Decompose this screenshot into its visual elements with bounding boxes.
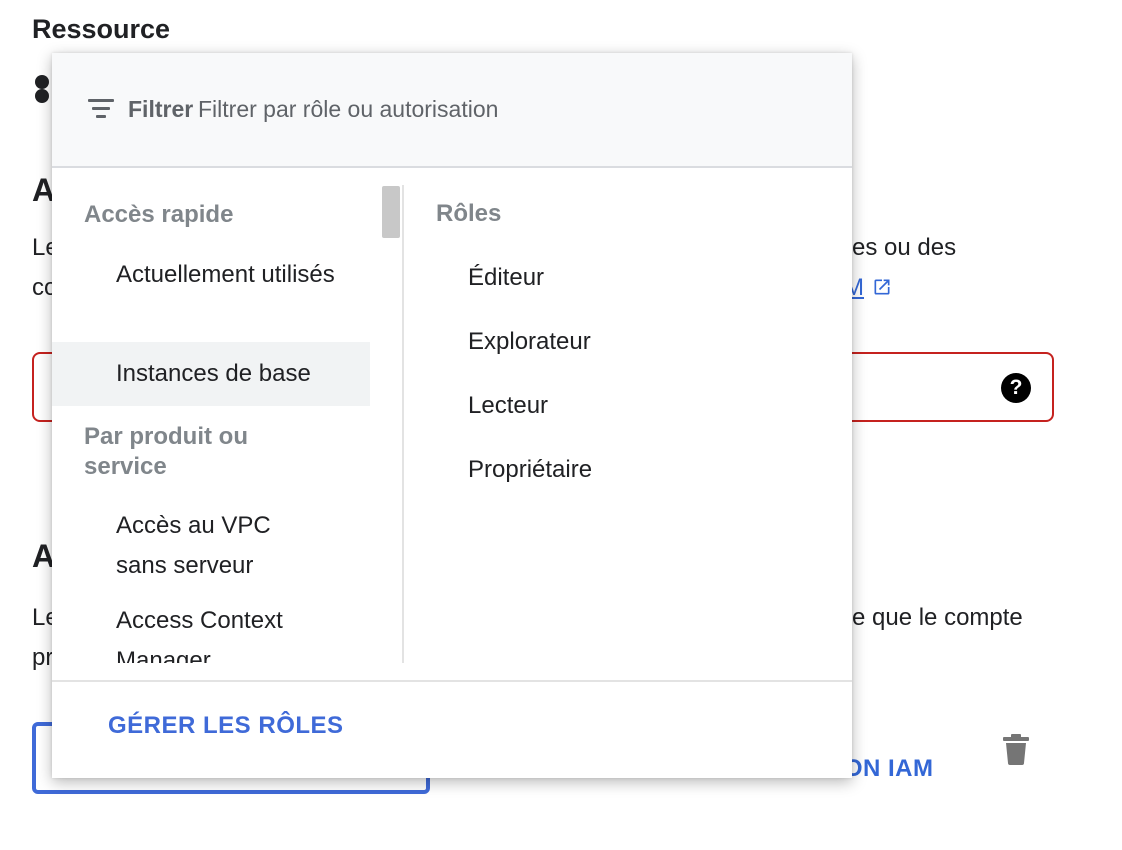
category-item-label: Access Context Manager	[116, 607, 283, 663]
open-in-new-icon[interactable]	[872, 277, 892, 297]
role-item-owner[interactable]: Propriétaire	[436, 450, 836, 490]
category-scrollbar[interactable]	[382, 185, 400, 663]
role-item-browser[interactable]: Explorateur	[436, 322, 836, 362]
role-item-label: Éditeur	[468, 264, 545, 291]
category-list: Accès rapide Actuellement utilisés Insta…	[52, 185, 372, 663]
description-text-line-4: pr	[32, 644, 54, 671]
trash-icon[interactable]	[1003, 733, 1029, 765]
footer-divider	[52, 680, 852, 682]
resource-hexagon-icon	[35, 75, 49, 103]
category-item-access-context-manager[interactable]: Access Context Manager	[52, 601, 352, 663]
filter-input[interactable]	[198, 91, 798, 127]
category-item-label: Instances de base	[116, 360, 311, 387]
manage-roles-button[interactable]: GÉRER LES RÔLES	[108, 712, 344, 740]
category-scrollbar-thumb[interactable]	[382, 186, 400, 238]
roles-title: Rôles	[436, 200, 502, 227]
role-picker-popup: Filtrer Accès rapide Actuellement utilis…	[52, 53, 852, 778]
category-item-currently-used[interactable]: Actuellement utilisés	[52, 255, 370, 295]
filter-bar: Filtrer	[52, 53, 852, 168]
description-text-right-1: es ou des	[852, 234, 957, 261]
role-item-label: Propriétaire	[468, 456, 593, 483]
category-item-basic-instances[interactable]: Instances de base	[52, 342, 370, 406]
category-item-serverless-vpc-access[interactable]: Accès au VPC sans serveur	[52, 506, 352, 586]
resource-heading: Ressource	[32, 14, 171, 44]
filter-list-icon	[88, 97, 116, 121]
description-text-right-2: e que le compte	[852, 604, 1023, 631]
category-item-label: Accès au VPC sans serveur	[116, 512, 271, 579]
by-product-title: Par produit ou service	[84, 423, 248, 480]
filter-label: Filtrer	[128, 96, 194, 122]
role-item-label: Lecteur	[468, 392, 549, 419]
category-item-label: Actuellement utilisés	[116, 261, 335, 288]
column-divider	[402, 185, 404, 663]
role-item-viewer[interactable]: Lecteur	[436, 386, 836, 426]
role-item-editor[interactable]: Éditeur	[436, 258, 836, 298]
help-icon[interactable]: ?	[1001, 373, 1031, 403]
quick-access-title: Accès rapide	[84, 201, 234, 228]
role-item-label: Explorateur	[468, 328, 591, 355]
